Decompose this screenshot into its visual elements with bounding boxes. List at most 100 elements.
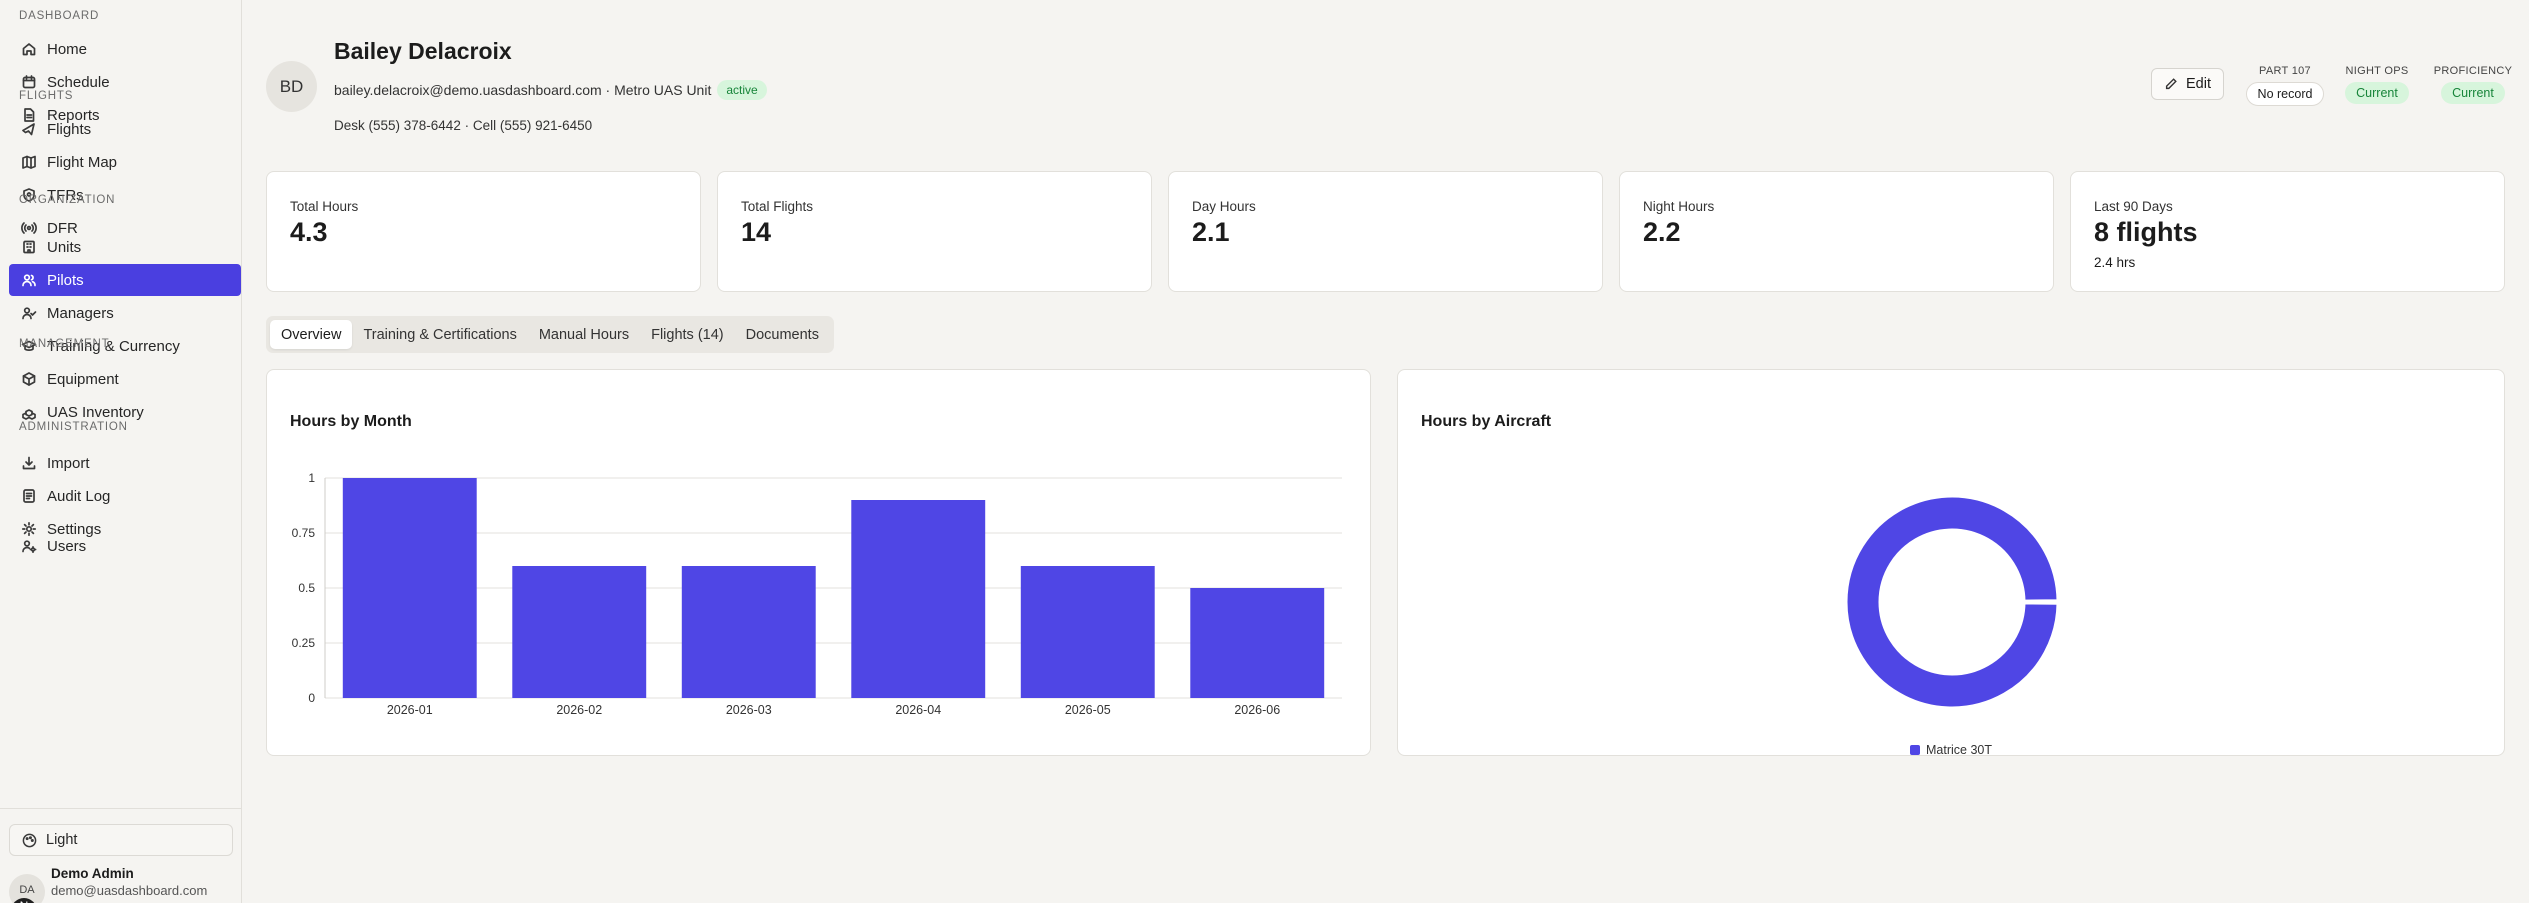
stat-card-day-hours: Day Hours 2.1 xyxy=(1168,171,1603,292)
y-tick-label: 0.75 xyxy=(292,526,316,540)
sidebar-item-home[interactable]: Home xyxy=(9,33,241,65)
hours-by-month-card: Hours by Month 0 0.25 0.5 0.75 1 2026-01 2026-… xyxy=(266,369,1371,756)
stat-value: 2.1 xyxy=(1192,217,1230,247)
y-tick-label: 0.25 xyxy=(292,636,316,650)
stat-card-night-hours: Night Hours 2.2 xyxy=(1619,171,2054,292)
bar-2026-06 xyxy=(1190,588,1325,698)
tab-flights-14[interactable]: Flights (14) xyxy=(640,320,735,349)
sidebar-item-pilots[interactable]: Pilots xyxy=(9,264,241,296)
sidebar-item-managers[interactable]: Managers xyxy=(9,297,241,329)
profile-tabs: Overview Training & Certifications Manual … xyxy=(266,316,834,353)
tab-documents[interactable]: Documents xyxy=(735,320,830,349)
status-label: PART 107 xyxy=(2259,65,2311,77)
hours-by-month-chart: 0 0.25 0.5 0.75 1 2026-01 2026-02 2026-03 2026-0… xyxy=(292,471,1342,717)
edit-button[interactable]: Edit xyxy=(2151,68,2224,100)
status-label: NIGHT OPS xyxy=(2345,65,2409,77)
y-tick-label: 1 xyxy=(308,471,315,485)
pilot-email-unit: bailey.delacroix@demo.uasdashboard.com ·… xyxy=(334,82,712,98)
y-tick-label: 0.5 xyxy=(298,581,315,595)
status-badge: active xyxy=(717,80,767,100)
hours-by-aircraft-chart xyxy=(1844,494,2060,710)
home-icon xyxy=(21,41,37,57)
bar-2026-01 xyxy=(342,478,477,698)
x-tick-label: 2026-03 xyxy=(726,703,772,717)
x-tick-label: 2026-05 xyxy=(1065,703,1111,717)
sidebar-item-label: Users xyxy=(47,537,87,555)
log-icon xyxy=(21,488,37,504)
plane-icon xyxy=(21,121,37,137)
current-user-name: Demo Admin xyxy=(51,866,134,881)
nav-section-label: ADMINISTRATION xyxy=(19,421,128,433)
map-icon xyxy=(21,154,37,170)
status-pill: No record xyxy=(2245,82,2325,106)
stat-label: Day Hours xyxy=(1192,199,1256,214)
stat-value: 2.2 xyxy=(1643,217,1681,247)
stat-card-last-90-days: Last 90 Days 8 flights 2.4 hrs xyxy=(2070,171,2505,292)
users-icon xyxy=(21,272,37,288)
stat-card-total-hours: Total Hours 4.3 xyxy=(266,171,701,292)
stat-sub: 2.4 hrs xyxy=(2094,255,2136,270)
sidebar-item-label: Pilots xyxy=(47,271,84,289)
sidebar-item-flight-map[interactable]: Flight Map xyxy=(9,146,241,178)
stat-label: Total Hours xyxy=(290,199,359,214)
sidebar-item-label: Equipment xyxy=(47,370,119,388)
x-tick-label: 2026-04 xyxy=(895,703,941,717)
tab-manual-hours[interactable]: Manual Hours xyxy=(528,320,640,349)
boxes-icon xyxy=(21,404,37,420)
sidebar-item-label: Flight Map xyxy=(47,153,118,171)
pencil-icon xyxy=(2165,78,2177,90)
status-pill: Current xyxy=(2345,82,2409,104)
stat-label: Total Flights xyxy=(741,199,814,214)
sidebar-item-users[interactable]: Users xyxy=(9,530,241,562)
tab-training-certifications[interactable]: Training & Certifications xyxy=(352,320,527,349)
hours-by-aircraft-card: Hours by Aircraft Matrice 30T xyxy=(1397,369,2505,757)
status-proficiency: PROFICIENCY Current xyxy=(2428,65,2518,104)
nav-section-label: DASHBOARD xyxy=(19,10,100,22)
sidebar-item-label: Schedule xyxy=(47,73,110,91)
theme-toggle-button[interactable]: Light xyxy=(9,824,233,856)
user-cog-icon xyxy=(21,538,37,554)
sidebar-item-units[interactable]: Units xyxy=(9,231,241,263)
user-check-icon xyxy=(21,305,37,321)
sidebar-item-label: Flights xyxy=(47,120,92,138)
bar-2026-02 xyxy=(512,566,647,698)
sidebar-footer: Light DA N Demo Admin demo@uasdashboard.… xyxy=(0,808,242,903)
status-label: PROFICIENCY xyxy=(2433,65,2513,77)
edit-label: Edit xyxy=(2186,76,2211,92)
sidebar-item-equipment[interactable]: Equipment xyxy=(9,363,241,395)
stat-label: Last 90 Days xyxy=(2094,199,2173,214)
building-icon xyxy=(21,239,37,255)
status-night-ops: NIGHT OPS Current xyxy=(2337,65,2417,104)
stat-value: 4.3 xyxy=(290,217,328,247)
chart-legend: Matrice 30T xyxy=(1398,743,2504,757)
bar-2026-03 xyxy=(681,566,816,698)
sidebar-item-label: Managers xyxy=(47,304,114,322)
pie-slice-matrice-30t xyxy=(1844,494,2060,710)
main-content: BD Bailey Delacroix bailey.delacroix@dem… xyxy=(243,0,2529,903)
legend-label: Matrice 30T xyxy=(1926,743,1992,757)
legend-swatch xyxy=(1910,745,1920,755)
sidebar-item-label: Units xyxy=(47,238,82,256)
x-tick-label: 2026-02 xyxy=(556,703,602,717)
sidebar-item-label: Audit Log xyxy=(47,487,111,505)
status-pill: Current xyxy=(2441,82,2505,104)
sidebar-item-audit-log[interactable]: Audit Log xyxy=(9,480,241,512)
sidebar-item-label: Home xyxy=(47,40,88,58)
current-user-email: demo@uasdashboard.com xyxy=(51,883,208,898)
stat-value: 14 xyxy=(741,217,772,247)
sidebar-item-import[interactable]: Import xyxy=(9,447,241,479)
tab-overview[interactable]: Overview xyxy=(270,320,353,349)
stat-value: 8 flights xyxy=(2094,217,2198,247)
pilot-name: Bailey Delacroix xyxy=(334,38,512,64)
stat-card-total-flights: Total Flights 14 xyxy=(717,171,1152,292)
sidebar-item-flights[interactable]: Flights xyxy=(9,113,241,145)
x-tick-label: 2026-06 xyxy=(1234,703,1280,717)
bar-2026-04 xyxy=(851,500,986,698)
avatar[interactable]: DA N xyxy=(9,874,45,903)
sidebar-item-label: UAS Inventory xyxy=(47,403,144,421)
avatar-badge: N xyxy=(11,898,37,903)
nav-section-label: FLIGHTS xyxy=(19,90,74,102)
pilot-contact-line: bailey.delacroix@demo.uasdashboard.com ·… xyxy=(334,80,767,100)
x-tick-label: 2026-01 xyxy=(387,703,433,717)
calendar-icon xyxy=(21,74,37,90)
